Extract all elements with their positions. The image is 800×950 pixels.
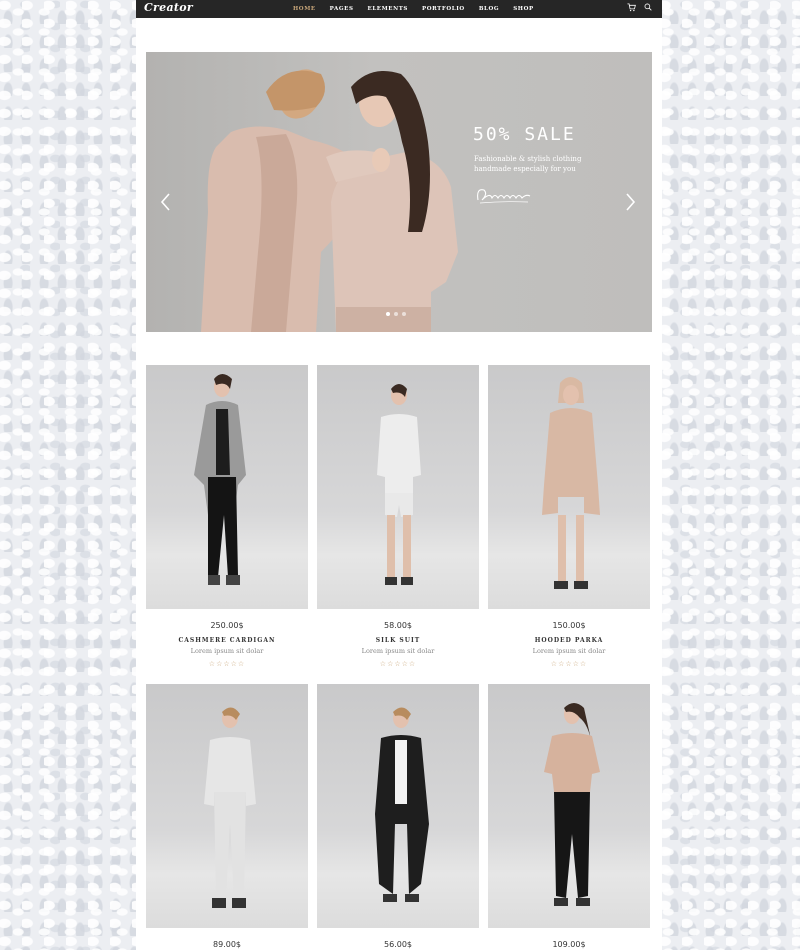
model-figure [375, 707, 429, 902]
nav-item-pages[interactable]: PAGES [323, 6, 361, 12]
product-card[interactable]: 109.00$ [488, 684, 650, 949]
hero-subtitle: Fashionable & stylish clothing handmade … [474, 154, 594, 174]
product-card[interactable]: 56.00$ [317, 684, 479, 949]
hero-subtitle-line1: Fashionable & stylish clothing [474, 155, 582, 163]
product-image[interactable] [317, 365, 479, 609]
nav-item-shop[interactable]: SHOP [506, 6, 541, 12]
logo[interactable]: Creator [144, 1, 193, 14]
product-image[interactable] [488, 684, 650, 928]
hero-models-image [201, 69, 458, 332]
slider-dots [386, 312, 406, 316]
product-card[interactable]: 250.00$ CASHMERE CARDIGAN Lorem ipsum si… [146, 365, 308, 668]
slider-next-arrow-icon[interactable] [624, 192, 636, 212]
rating-stars: ☆☆☆☆☆ [208, 660, 246, 668]
signature-image [477, 189, 531, 204]
nav-item-elements[interactable]: ELEMENTS [361, 6, 415, 12]
nav-icons [627, 3, 652, 12]
product-card[interactable]: 150.00$ HOODED PARKA Lorem ipsum sit dol… [488, 365, 650, 668]
product-image[interactable] [317, 684, 479, 928]
slider-dot[interactable] [394, 312, 398, 316]
product-description: Lorem ipsum sit dolar [532, 647, 606, 655]
hero-title: 50% SALE [473, 124, 576, 145]
main-menu: HOME PAGES ELEMENTS PORTFOLIO BLOG SHOP [286, 0, 541, 18]
hero-subtitle-line2: handmade especially for you [474, 165, 576, 173]
slider-dot[interactable] [386, 312, 390, 316]
product-price: 150.00$ [552, 621, 586, 630]
top-nav-bar: Creator HOME PAGES ELEMENTS PORTFOLIO BL… [136, 0, 662, 18]
model-figure [542, 377, 600, 589]
product-name[interactable]: SILK SUIT [317, 637, 479, 644]
nav-item-home[interactable]: HOME [286, 6, 323, 12]
product-price: 109.00$ [552, 940, 586, 949]
product-description: Lorem ipsum sit dolar [190, 647, 264, 655]
nav-item-blog[interactable]: BLOG [472, 6, 506, 12]
product-name[interactable]: CASHMERE CARDIGAN [146, 637, 308, 644]
nav-item-portfolio[interactable]: PORTFOLIO [415, 6, 472, 12]
product-price: 58.00$ [384, 621, 412, 630]
page: Creator HOME PAGES ELEMENTS PORTFOLIO BL… [136, 0, 662, 950]
product-card[interactable]: 89.00$ [146, 684, 308, 949]
model-figure [544, 703, 600, 906]
product-image[interactable] [488, 365, 650, 609]
product-image[interactable] [146, 684, 308, 928]
slider-prev-arrow-icon[interactable] [160, 192, 172, 212]
product-price: 250.00$ [210, 621, 244, 630]
product-description: Lorem ipsum sit dolar [361, 647, 435, 655]
product-image[interactable] [146, 365, 308, 609]
product-price: 89.00$ [213, 940, 241, 949]
model-figure [377, 384, 421, 585]
product-price: 56.00$ [384, 940, 412, 949]
product-name[interactable]: HOODED PARKA [488, 637, 650, 644]
slider-dot[interactable] [402, 312, 406, 316]
hero-slider: 50% SALE Fashionable & stylish clothing … [146, 52, 652, 332]
product-card[interactable]: 58.00$ SILK SUIT Lorem ipsum sit dolar ☆… [317, 365, 479, 668]
model-figure [204, 707, 256, 908]
cart-icon[interactable] [627, 3, 636, 12]
rating-stars: ☆☆☆☆☆ [550, 660, 588, 668]
search-icon[interactable] [644, 3, 652, 11]
model-figure [194, 374, 246, 585]
rating-stars: ☆☆☆☆☆ [379, 660, 417, 668]
